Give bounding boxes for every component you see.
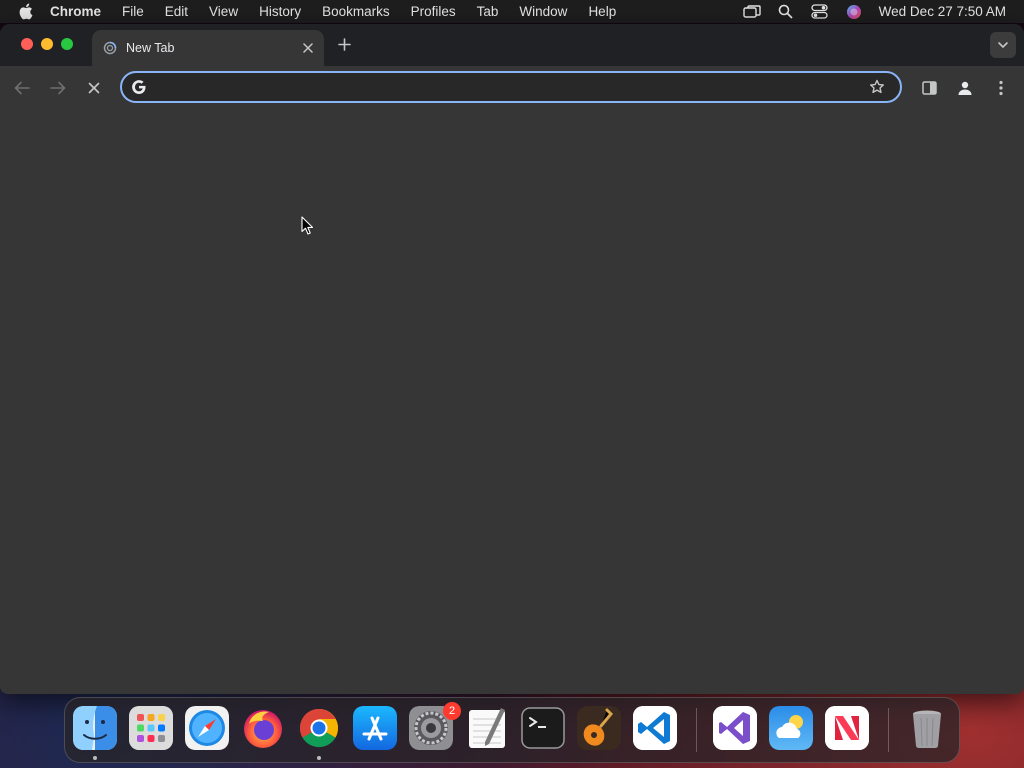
launchpad-icon[interactable] xyxy=(129,706,173,750)
apple-menu-icon[interactable] xyxy=(18,3,36,21)
textedit-icon[interactable] xyxy=(465,706,509,750)
tab-new-tab[interactable]: New Tab xyxy=(92,30,324,66)
visual-studio-icon[interactable] xyxy=(713,706,757,750)
dock-separator-trash xyxy=(888,708,889,752)
menu-edit[interactable]: Edit xyxy=(165,4,188,19)
window-close-button[interactable] xyxy=(21,38,33,50)
chrome-icon[interactable] xyxy=(297,706,341,750)
profile-avatar-icon[interactable] xyxy=(954,77,976,99)
window-minimize-button[interactable] xyxy=(41,38,53,50)
bookmark-star-icon[interactable] xyxy=(866,76,888,98)
menu-history[interactable]: History xyxy=(259,4,301,19)
dock: 2 xyxy=(64,697,960,763)
stop-loading-x-icon[interactable] xyxy=(83,77,105,99)
app-store-icon[interactable] xyxy=(353,706,397,750)
page-content-area[interactable] xyxy=(0,110,1024,694)
menu-bar: Chrome File Edit View History Bookmarks … xyxy=(0,0,1024,23)
menu-window[interactable]: Window xyxy=(519,4,567,19)
address-bar[interactable] xyxy=(120,71,902,103)
menu-help[interactable]: Help xyxy=(588,4,616,19)
finder-icon[interactable] xyxy=(73,706,117,750)
new-tab-plus-icon[interactable] xyxy=(334,34,354,54)
tab-title: New Tab xyxy=(126,41,175,55)
settings-notification-badge: 2 xyxy=(443,702,461,720)
terminal-icon[interactable] xyxy=(521,706,565,750)
back-arrow-icon[interactable] xyxy=(11,77,33,99)
side-panel-icon[interactable] xyxy=(918,77,940,99)
news-icon[interactable] xyxy=(825,706,869,750)
tab-close-icon[interactable] xyxy=(298,38,318,58)
mouse-pointer-icon xyxy=(301,216,314,240)
spotlight-search-icon[interactable] xyxy=(777,4,795,20)
tab-loading-icon xyxy=(102,40,118,56)
screen-mirroring-icon[interactable] xyxy=(742,4,761,20)
weather-icon[interactable] xyxy=(769,706,813,750)
firefox-icon[interactable] xyxy=(241,706,285,750)
tab-strip: New Tab xyxy=(0,24,1024,66)
siri-icon[interactable] xyxy=(845,4,863,20)
window-maximize-button[interactable] xyxy=(61,38,73,50)
menu-profiles[interactable]: Profiles xyxy=(411,4,456,19)
tab-search-chevron-down-icon[interactable] xyxy=(990,32,1016,58)
garageband-guitar-icon[interactable] xyxy=(577,706,621,750)
chrome-window: New Tab xyxy=(0,24,1024,694)
google-g-icon xyxy=(130,78,148,96)
control-center-icon[interactable] xyxy=(811,4,829,20)
chrome-running-indicator xyxy=(317,756,321,760)
safari-icon[interactable] xyxy=(185,706,229,750)
menu-file[interactable]: File xyxy=(122,4,144,19)
finder-running-indicator xyxy=(93,756,97,760)
address-input[interactable] xyxy=(156,78,866,96)
menu-app-chrome[interactable]: Chrome xyxy=(50,4,101,19)
forward-arrow-icon[interactable] xyxy=(47,77,69,99)
trash-icon[interactable] xyxy=(905,706,949,750)
menu-bar-clock[interactable]: Wed Dec 27 7:50 AM xyxy=(879,4,1006,19)
browser-toolbar xyxy=(0,66,1024,110)
dock-separator xyxy=(696,708,697,752)
vscode-icon[interactable] xyxy=(633,706,677,750)
more-menu-icon[interactable] xyxy=(990,77,1012,99)
menu-tab[interactable]: Tab xyxy=(477,4,499,19)
menu-view[interactable]: View xyxy=(209,4,238,19)
menu-bookmarks[interactable]: Bookmarks xyxy=(322,4,390,19)
